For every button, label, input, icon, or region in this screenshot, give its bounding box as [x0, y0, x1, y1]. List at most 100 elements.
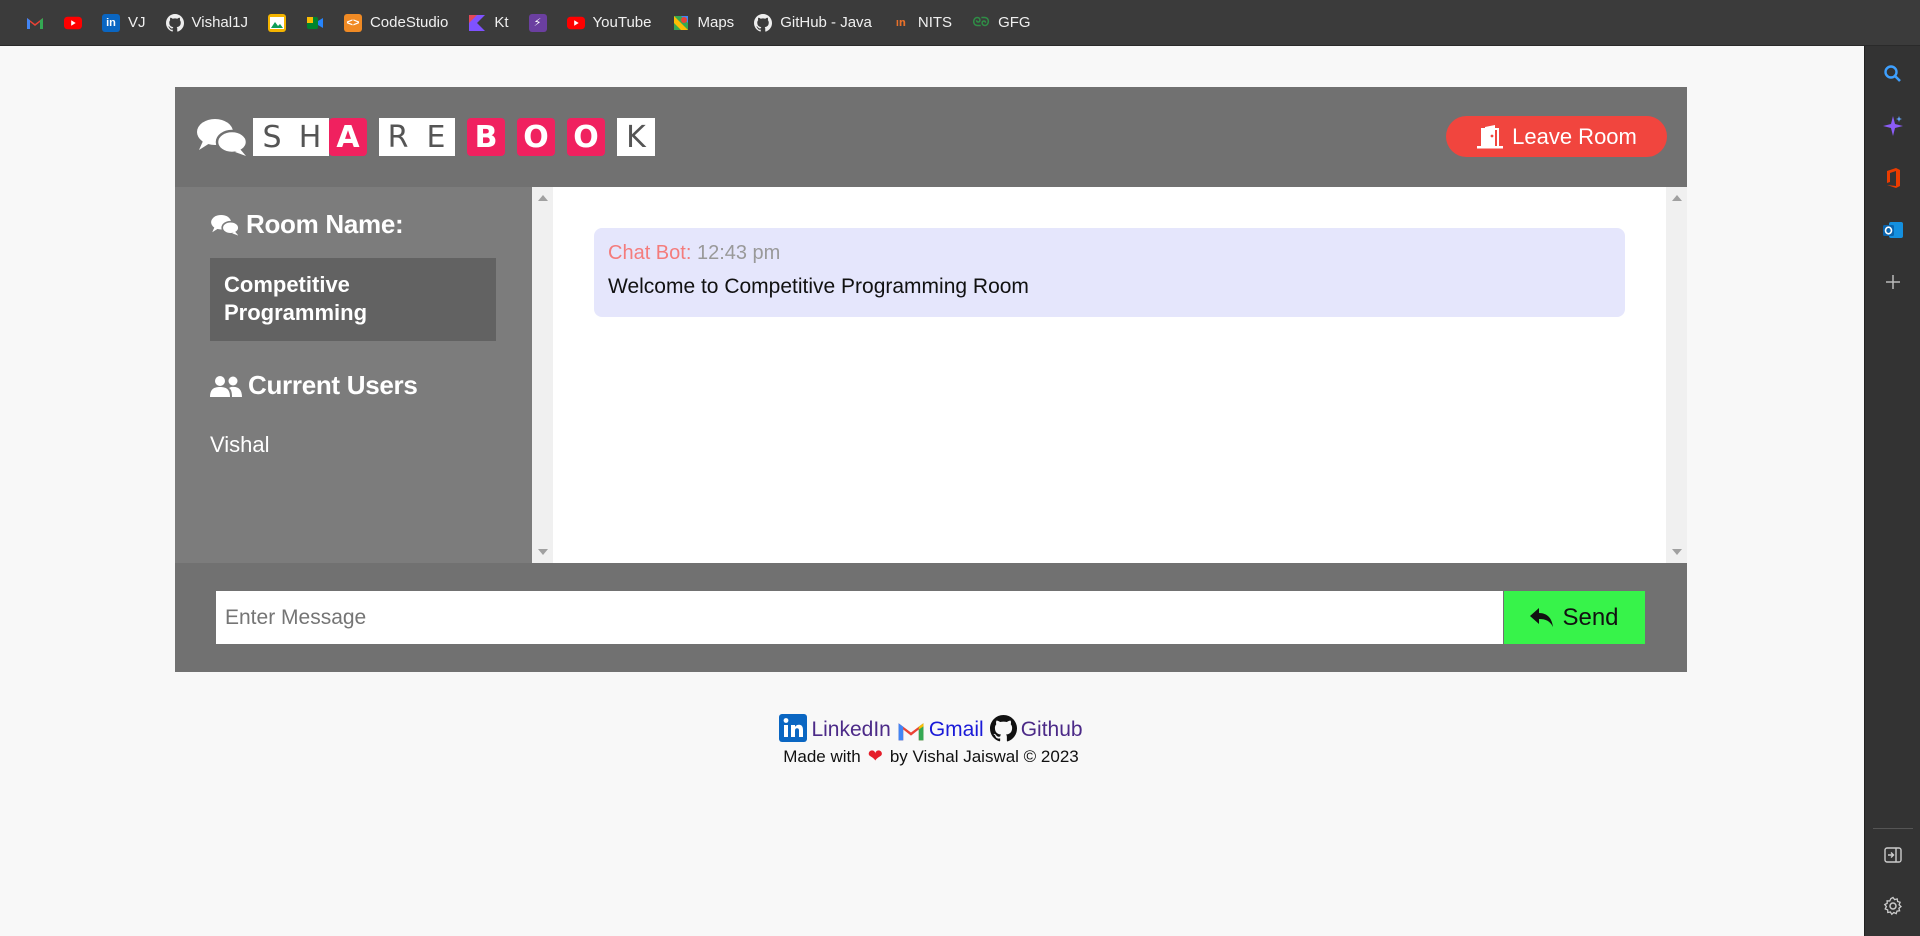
bookmark-codestudio[interactable]: <> CodeStudio: [336, 8, 456, 38]
bookmark-nits[interactable]: ıո NITS: [884, 8, 960, 38]
codestudio-icon: <>: [343, 13, 362, 32]
user-list-item: Vishal: [210, 432, 270, 457]
gmail-link[interactable]: Gmail: [897, 718, 984, 742]
add-icon[interactable]: [1879, 268, 1907, 296]
logo-letter: A: [329, 118, 367, 156]
bookmark-meet[interactable]: [298, 8, 332, 38]
bookmark-youtube-2[interactable]: YouTube: [559, 8, 660, 38]
bookmark-label: GFG: [998, 14, 1031, 31]
logo-letter: E: [417, 118, 455, 156]
hide-sidebar-icon[interactable]: [1879, 841, 1907, 869]
github-icon: [165, 13, 184, 32]
left-scrollbar[interactable]: [532, 187, 553, 563]
kotlin-icon: [468, 14, 486, 32]
app-header: S H A R E B O O K Leave Room: [175, 87, 1687, 187]
linkedin-link[interactable]: LinkedIn: [779, 714, 891, 742]
bookmark-label: VJ: [128, 14, 146, 31]
right-scrollbar[interactable]: [1666, 187, 1687, 563]
chat-app: S H A R E B O O K Leave Room Room Name: …: [175, 87, 1687, 672]
youtube-icon: [566, 14, 585, 32]
footer: LinkedIn Gmail Github Made with ❤ by Vis…: [0, 714, 1862, 767]
office-icon[interactable]: [1879, 164, 1907, 192]
bookmark-vishal1j[interactable]: Vishal1J: [158, 8, 256, 38]
message-text: Welcome to Competitive Programming Room: [608, 275, 1029, 298]
made-prefix: Made with: [783, 746, 861, 766]
bookmark-label: YouTube: [592, 14, 652, 31]
linkedin-icon: in: [102, 13, 120, 32]
logo-letter: O: [517, 118, 555, 156]
photos-icon: [267, 13, 286, 32]
sharebook-logo[interactable]: S H A R E B O O K: [195, 117, 655, 157]
bookmark-youtube[interactable]: [56, 8, 90, 38]
logo-letter: K: [617, 118, 655, 156]
room-name-heading-text: Room Name:: [246, 209, 404, 239]
github-label: Github: [1020, 718, 1083, 741]
current-users-heading-text: Current Users: [248, 370, 418, 400]
gmail-icon: [898, 723, 924, 741]
bookmark-label: CodeStudio: [369, 14, 449, 31]
heart-icon: ❤: [867, 746, 883, 766]
users-icon: [210, 375, 242, 397]
bookmark-vj[interactable]: in VJ: [94, 8, 154, 38]
scroll-down-arrow-icon[interactable]: [1672, 549, 1682, 555]
gmail-icon: [26, 14, 44, 32]
bookmark-label: NITS: [917, 14, 953, 31]
github-icon: [989, 715, 1017, 742]
browser-edge-sidebar: [1864, 46, 1920, 936]
bookmark-maps[interactable]: Maps: [664, 8, 743, 38]
leave-room-label: Leave Room: [1512, 123, 1637, 149]
bookmark-label: GitHub - Java: [780, 14, 872, 31]
footer-links: LinkedIn Gmail Github: [0, 714, 1862, 742]
maps-icon: [672, 14, 690, 32]
send-label: Send: [1562, 603, 1619, 631]
scroll-up-arrow-icon[interactable]: [538, 195, 548, 201]
youtube-icon: [64, 14, 82, 32]
message-composer: Send: [175, 563, 1687, 672]
bookmark-label: Maps: [697, 14, 735, 31]
github-link[interactable]: Github: [989, 715, 1083, 742]
copilot-sparkle-icon[interactable]: [1879, 112, 1907, 140]
gmail-label: Gmail: [928, 718, 984, 741]
leave-room-button[interactable]: Leave Room: [1446, 116, 1667, 157]
scroll-up-arrow-icon[interactable]: [1672, 195, 1682, 201]
chat-message: Chat Bot: 12:43 pm Welcome to Competitiv…: [594, 228, 1625, 317]
nits-icon: ıո: [895, 17, 906, 29]
bookmark-bolt[interactable]: ⚡: [521, 8, 555, 38]
logo-letter: B: [467, 118, 505, 156]
message-time: 12:43 pm: [696, 242, 781, 264]
settings-gear-icon[interactable]: [1879, 892, 1907, 920]
bookmark-label: Kt: [494, 14, 509, 31]
linkedin-icon: [779, 714, 808, 742]
comments-icon: [197, 119, 249, 156]
message-input[interactable]: [216, 591, 1503, 644]
sidebar-divider: [1873, 828, 1913, 829]
bookmark-photos[interactable]: [260, 8, 294, 38]
search-icon[interactable]: [1879, 60, 1907, 88]
bookmarks-bar: in VJ Vishal1J <> CodeStudio Kt ⚡ YouTub…: [0, 0, 1920, 46]
meet-icon: [306, 14, 324, 32]
logo-letter: S: [253, 118, 291, 156]
logo-letter: H: [291, 118, 329, 156]
bookmark-label: Vishal1J: [191, 14, 248, 31]
current-users-heading: Current Users: [210, 370, 418, 401]
door-open-icon: [1477, 124, 1504, 148]
bookmark-kt[interactable]: Kt: [460, 8, 516, 38]
scroll-down-arrow-icon[interactable]: [538, 549, 548, 555]
made-with-line: Made with ❤ by Vishal Jaiswal © 2023: [0, 746, 1862, 767]
bolt-icon: ⚡: [528, 13, 547, 32]
bookmark-github-java[interactable]: GitHub - Java: [746, 8, 880, 38]
chat-messages-panel[interactable]: Chat Bot: 12:43 pm Welcome to Competitiv…: [532, 187, 1687, 563]
message-sender: Chat Bot:: [608, 242, 692, 264]
logo-letter: R: [379, 118, 417, 156]
bookmark-gmail[interactable]: [18, 8, 52, 38]
room-name-heading: Room Name:: [210, 209, 404, 240]
send-button[interactable]: Send: [1504, 591, 1645, 644]
outlook-icon[interactable]: [1879, 216, 1907, 244]
room-name: Competitive Programming: [210, 258, 496, 341]
bookmark-gfg[interactable]: ᘓᘐ GFG: [964, 8, 1039, 38]
reply-icon: [1530, 607, 1554, 627]
made-suffix: by Vishal Jaiswal © 2023: [889, 746, 1079, 766]
comments-icon: [211, 214, 240, 236]
message-meta: Chat Bot: 12:43 pm: [608, 242, 1611, 265]
room-sidebar: Room Name: Competitive Programming Curre…: [175, 187, 532, 563]
